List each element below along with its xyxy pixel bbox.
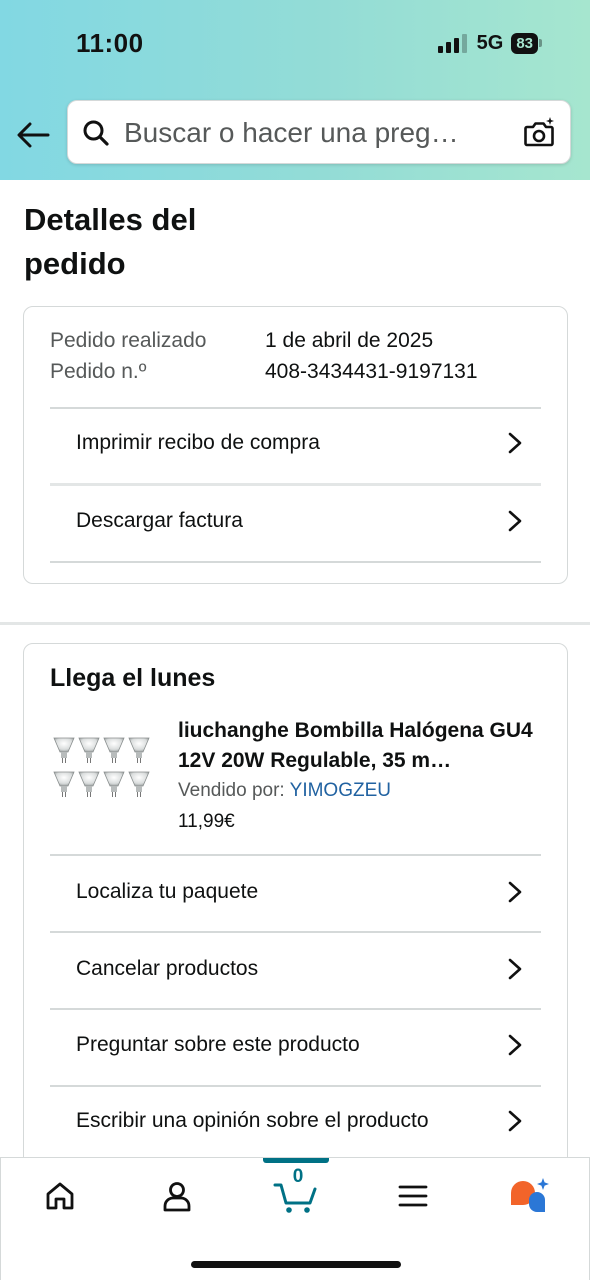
home-indicator bbox=[191, 1261, 401, 1268]
battery-level: 83 bbox=[511, 32, 538, 54]
network-label: 5G bbox=[476, 31, 504, 54]
camera-search-icon[interactable] bbox=[522, 116, 556, 150]
status-icons: 5G 83 bbox=[437, 31, 542, 55]
chevron-right-icon bbox=[508, 432, 522, 454]
product-price: 11,99€ bbox=[178, 811, 235, 832]
track-package-label: Localiza tu paquete bbox=[76, 880, 259, 903]
rufus-icon bbox=[511, 1178, 549, 1212]
signal-icon bbox=[437, 33, 467, 53]
download-invoice-label: Descargar factura bbox=[76, 509, 243, 532]
seller-label: Vendido por: bbox=[178, 780, 285, 801]
app-header: 11:00 5G 83 Buscar o hacer una preg… bbox=[0, 0, 590, 180]
section-divider bbox=[0, 622, 590, 625]
write-review-label: Escribir una opinión sobre el producto bbox=[76, 1109, 429, 1132]
delivery-card: Llega el lunes liuchanghe Bombilla Halóg… bbox=[23, 643, 568, 1203]
status-time: 11:00 bbox=[76, 28, 144, 58]
chevron-right-icon bbox=[508, 881, 522, 903]
back-button[interactable] bbox=[14, 116, 52, 154]
chevron-right-icon bbox=[508, 1110, 522, 1132]
delivery-title: Llega el lunes bbox=[50, 664, 216, 692]
home-icon bbox=[46, 1182, 74, 1210]
order-number-label: Pedido n.º bbox=[50, 360, 147, 383]
seller-link[interactable]: YIMOGZEU bbox=[290, 780, 391, 801]
account-icon bbox=[163, 1182, 191, 1212]
active-tab-indicator bbox=[263, 1158, 329, 1163]
order-date-value: 1 de abril de 2025 bbox=[265, 329, 434, 352]
arrow-left-icon bbox=[17, 122, 50, 148]
order-number-value: 408-3434431-9197131 bbox=[265, 360, 478, 383]
chevron-right-icon bbox=[508, 510, 522, 532]
page-title: Detalles del pedido bbox=[24, 202, 197, 281]
nav-menu[interactable] bbox=[391, 1174, 435, 1218]
nav-cart[interactable]: 0 bbox=[272, 1166, 320, 1218]
product-title[interactable]: liuchanghe Bombilla Halógena GU4 12V 20W… bbox=[178, 716, 538, 776]
seller-row: Vendido por: YIMOGZEU bbox=[178, 780, 391, 802]
cancel-items-row[interactable]: Cancelar productos bbox=[50, 931, 541, 1007]
print-receipt-row[interactable]: Imprimir recibo de compra bbox=[50, 405, 541, 481]
cancel-items-label: Cancelar productos bbox=[76, 957, 259, 980]
nav-rufus[interactable] bbox=[507, 1174, 551, 1218]
battery-icon: 83 bbox=[511, 32, 542, 54]
nav-account[interactable] bbox=[155, 1174, 199, 1218]
order-summary-card: Pedido realizado 1 de abril de 2025 Pedi… bbox=[23, 306, 568, 584]
order-date-label: Pedido realizado bbox=[50, 329, 207, 352]
bottom-nav-bar: 0 bbox=[0, 1157, 590, 1280]
ask-product-question-label: Preguntar sobre este producto bbox=[76, 1033, 360, 1056]
write-review-row[interactable]: Escribir una opinión sobre el producto bbox=[50, 1083, 541, 1159]
product-image[interactable] bbox=[52, 736, 152, 800]
download-invoice-row[interactable]: Descargar factura bbox=[50, 483, 541, 559]
menu-icon bbox=[398, 1185, 428, 1207]
ask-product-question-row[interactable]: Preguntar sobre este producto bbox=[50, 1007, 541, 1083]
divider bbox=[50, 561, 541, 563]
print-receipt-label: Imprimir recibo de compra bbox=[76, 431, 320, 454]
cart-count-badge: 0 bbox=[292, 1166, 304, 1187]
track-package-row[interactable]: Localiza tu paquete bbox=[50, 854, 541, 930]
search-bar[interactable]: Buscar o hacer una preg… bbox=[67, 100, 571, 164]
chevron-right-icon bbox=[508, 1034, 522, 1056]
search-input[interactable]: Buscar o hacer una preg… bbox=[124, 117, 504, 149]
nav-home[interactable] bbox=[38, 1174, 82, 1218]
chevron-right-icon bbox=[508, 958, 522, 980]
search-icon bbox=[83, 120, 109, 146]
